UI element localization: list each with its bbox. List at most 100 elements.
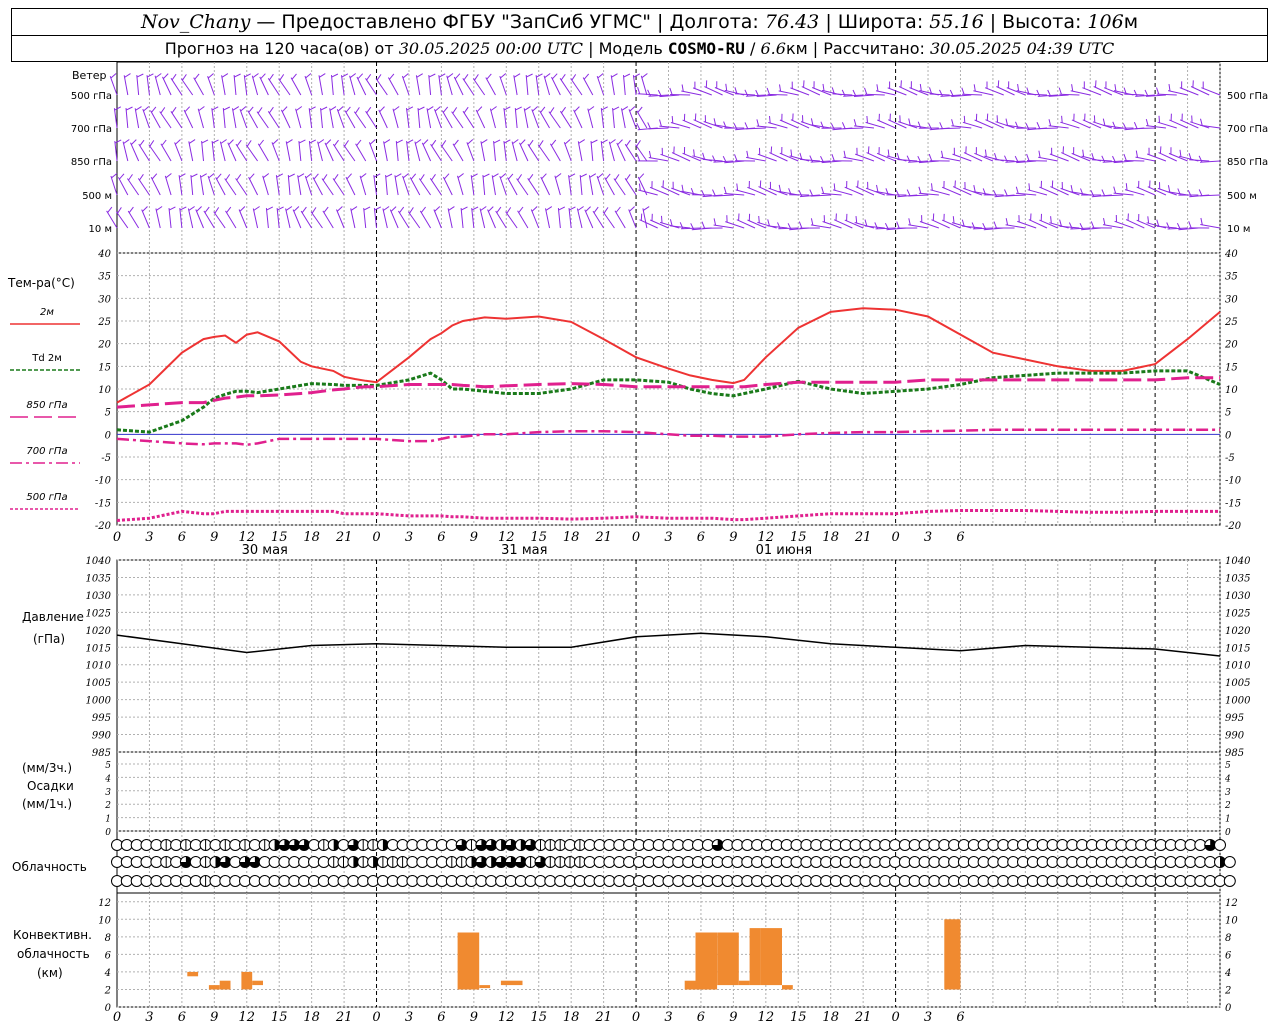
cloud-cell: [711, 856, 724, 868]
cloud-cell: [1174, 839, 1187, 851]
wind-barb-feather: [442, 106, 449, 113]
wind-barb-feather: [220, 139, 227, 144]
wind-barb: [570, 78, 583, 96]
wind-barb-feather: [954, 180, 956, 188]
wind-barb-feather: [447, 73, 454, 79]
cloud-cell: [445, 875, 458, 887]
cloud-cell: [997, 856, 1010, 868]
wind-barb-feather: [1005, 118, 1008, 126]
cloud-cell: [140, 856, 153, 868]
cloud-cell: [258, 856, 271, 868]
cloud-cell: [642, 856, 655, 868]
wind-barb: [280, 109, 291, 129]
wind-barb-feather: [453, 139, 459, 146]
wind-barb: [221, 75, 226, 96]
hour-label-top: 0: [113, 530, 121, 545]
conv-ytick-left: 8: [105, 933, 111, 944]
wind-barb-feather: [223, 106, 231, 111]
wind-barb-feather: [821, 186, 825, 194]
cloud-cell: [357, 875, 370, 887]
conv-ytick-left: 4: [104, 968, 111, 979]
wind-barb-feather: [1125, 183, 1128, 191]
wind-barb-feather: [117, 207, 122, 214]
hour-label-bottom: 0: [372, 1010, 380, 1024]
wind-barb-feather: [320, 106, 328, 111]
cloud-cell: [1056, 856, 1069, 868]
cloud-cell: [790, 839, 803, 851]
wind-barb: [312, 177, 323, 196]
wind-barb-feather: [111, 173, 118, 179]
wind-barb: [466, 142, 475, 162]
wind-barb-feather: [356, 139, 362, 146]
wind-barb-feather: [578, 139, 585, 144]
cloud-cell: [977, 839, 990, 851]
wind-barb-feather: [260, 73, 266, 80]
wind-barb: [359, 175, 367, 196]
wind-barb: [1189, 159, 1210, 162]
cloud-cell: [642, 875, 655, 887]
cloud-cell: [298, 875, 311, 887]
wind-barb: [117, 177, 129, 196]
wind-barb: [563, 142, 572, 162]
cloud-cell: [406, 875, 419, 887]
wind-barb: [639, 219, 658, 229]
wind-barb-feather: [221, 73, 229, 78]
wind-barb-feather: [161, 139, 167, 146]
wind-barb: [516, 178, 529, 196]
wind-barb-feather: [309, 106, 316, 111]
wind-barb-feather: [843, 150, 846, 158]
wind-barb: [545, 208, 551, 229]
wind-barb-feather: [758, 215, 760, 224]
cloud-cell: [692, 839, 704, 851]
wind-barb: [259, 76, 269, 96]
wind-barb-feather: [135, 106, 142, 111]
wind-barb: [373, 175, 378, 196]
wind-barb: [588, 175, 594, 196]
wind-barb: [519, 142, 529, 162]
wind-barb-feather: [360, 173, 367, 179]
wind-barb-feather: [363, 206, 371, 211]
wind-barb: [123, 75, 129, 96]
wind-barb-feather: [225, 174, 231, 181]
wind-barb: [1113, 192, 1134, 196]
wind-panel: [106, 73, 1221, 231]
temp-ytick-left: 0: [105, 430, 112, 441]
wind-barb-feather: [508, 173, 514, 180]
wind-barb-feather: [952, 216, 955, 224]
wind-barb: [213, 211, 226, 229]
wind-barb-feather: [1198, 155, 1203, 163]
cloud-cell: [426, 839, 439, 851]
wind-barb: [170, 77, 183, 96]
wind-barb-feather: [427, 106, 434, 111]
hour-label-top: 6: [697, 530, 705, 545]
wind-barb-feather: [1168, 84, 1171, 92]
wind-barb-feather: [625, 139, 631, 147]
hour-label-top: 0: [891, 530, 899, 545]
wind-barb-feather: [336, 206, 343, 212]
cloud-cell: [889, 839, 901, 851]
wind-barb-feather: [611, 73, 618, 78]
wind-barb-feather: [733, 123, 738, 130]
wind-barb-feather: [114, 139, 122, 144]
temp-ytick-right: 10: [1225, 385, 1238, 396]
wind-barb-feather: [713, 118, 717, 126]
wind-barb-feather: [184, 106, 191, 113]
wind-barb: [584, 209, 594, 229]
wind-barb-feather: [712, 155, 716, 163]
wind-barb-feather: [887, 149, 890, 157]
wind-barb: [162, 76, 172, 96]
cloud-cell: [672, 856, 685, 868]
wind-barb: [265, 208, 269, 229]
wind-barb: [493, 141, 496, 162]
cloud-cell: [672, 839, 685, 851]
wind-barb: [429, 178, 442, 196]
wind-barb-feather: [590, 139, 598, 144]
wind-barb: [271, 142, 280, 162]
wind-barb: [122, 141, 129, 162]
conv-ytick-right: 2: [1224, 985, 1231, 996]
wind-barb: [614, 210, 626, 229]
cloud-cell: [908, 839, 921, 851]
wind-barb-feather: [291, 73, 297, 80]
wind-barb: [638, 189, 658, 196]
wind-barb-feather: [939, 89, 943, 97]
